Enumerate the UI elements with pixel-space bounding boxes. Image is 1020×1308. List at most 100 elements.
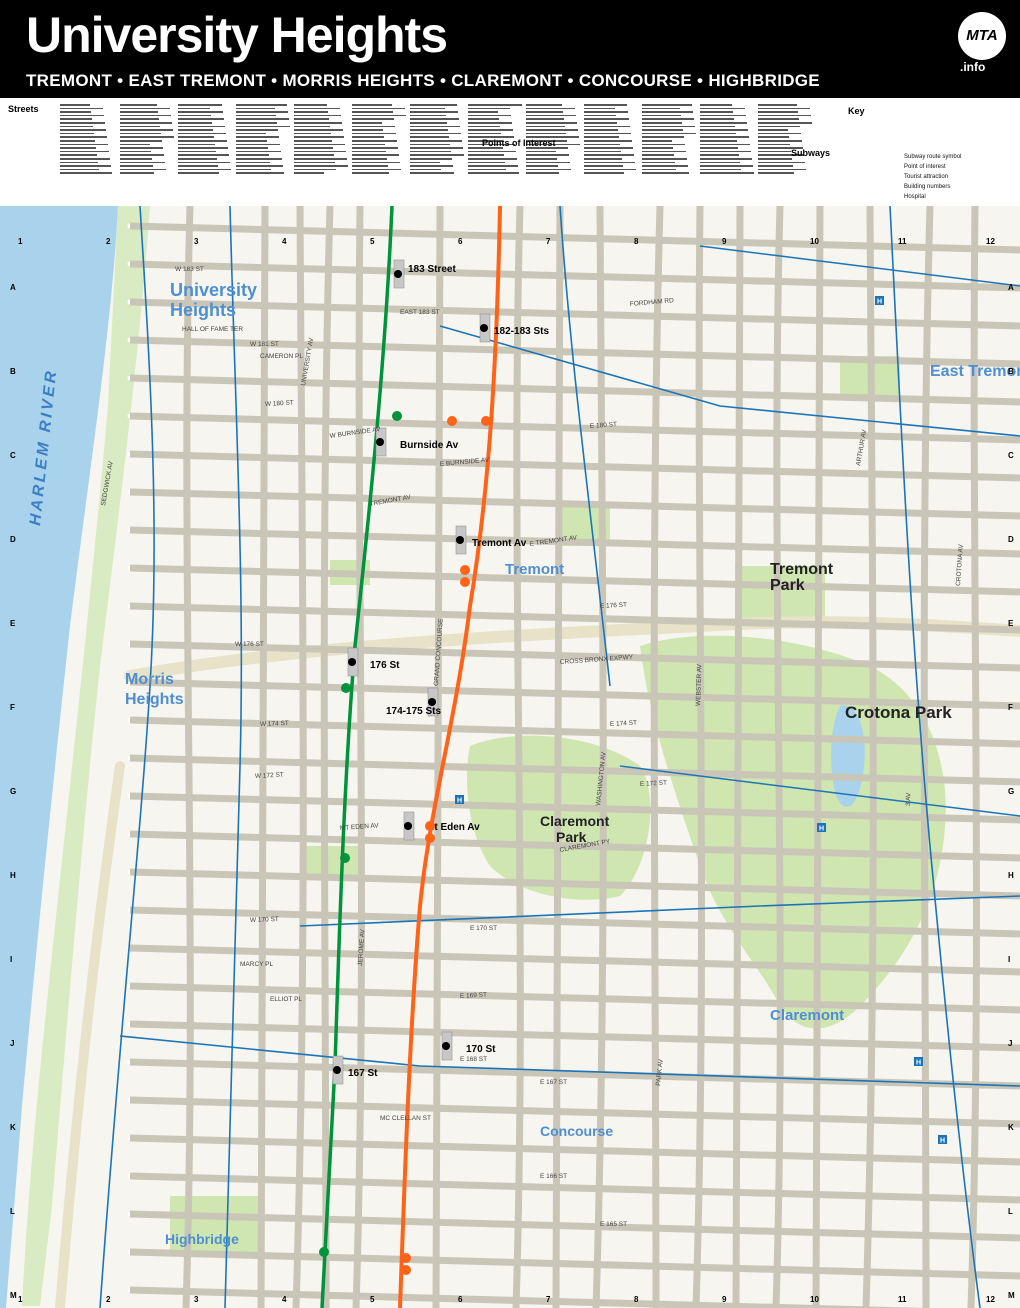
station-dot-4[interactable] [456,536,464,544]
hospital-letter-icon: H [940,1138,945,1145]
label-tremont-park-0: Tremont [770,561,834,578]
station-170-st[interactable]: 170 St [466,1044,496,1055]
page-title: University Heights [26,7,448,63]
grid-row-left-I: I [10,955,12,964]
route-bd-bullet-icon[interactable] [425,821,435,831]
grid-row-left-K: K [10,1123,16,1132]
header-bar: University Heights TREMONT • EAST TREMON… [0,0,1020,98]
label-crotona-park: Crotona Park [845,703,952,722]
street-e-168-st: E 168 ST [460,1056,487,1063]
route-4-bullet-icon[interactable] [319,1247,329,1257]
grid-row-left-H: H [10,871,16,880]
grid-col-top-2: 2 [106,237,111,246]
station-182-183-sts[interactable]: 182-183 Sts [494,326,549,337]
neighborhood-claremont: Claremont [770,1007,844,1024]
route-bd-bullet-icon[interactable] [401,1265,411,1275]
neighborhood-concourse: Concourse [540,1123,613,1139]
station-burnside-av[interactable]: Burnside Av [400,440,459,451]
station-dot-6[interactable] [428,698,436,706]
station-dot-3[interactable] [376,438,384,446]
index-column-1 [60,102,118,202]
grid-col-bottom-2: 2 [106,1295,111,1304]
station-174-175-sts[interactable]: 174-175 Sts [386,706,441,717]
macombs-dam-area [170,1196,260,1256]
grid-row-right-M: M [1008,1291,1015,1300]
street-jerome-av: JEROME AV [357,928,367,966]
station-176-st[interactable]: 176 St [370,660,400,671]
neighborhood-university-heights-1: Heights [170,300,236,320]
streets-heading: Streets [8,104,39,114]
street-w-174-st: W 174 ST [260,720,289,728]
station-dot-2[interactable] [480,324,488,332]
hospital-letter-icon: H [457,798,462,805]
street-e-170-st: E 170 ST [470,925,497,932]
street-east-183-st: EAST 183 ST [400,309,440,316]
index-column-3 [178,102,236,202]
grid-col-bottom-5: 5 [370,1295,375,1304]
grid-row-left-L: L [10,1207,15,1216]
street-w-183-st: W 183 ST [175,266,204,273]
label-tremont-park-1: Park [770,577,805,594]
grid-row-right-K: K [1008,1123,1014,1132]
station-dot-7[interactable] [404,822,412,830]
route-bd-bullet-icon[interactable] [425,833,435,843]
grid-row-right-L: L [1008,1207,1013,1216]
grid-col-bottom-4: 4 [282,1295,287,1304]
index-column-11 [642,102,700,202]
index-column-9 [526,102,584,202]
grid-col-top-11: 11 [898,237,907,246]
route-4-bullet-icon[interactable] [340,853,350,863]
street-elliot-pl: ELLIOT PL [270,996,302,1003]
street-park-av: PARK AV [655,1058,665,1086]
street-w-181-st: W 181 ST [250,341,279,348]
street-e-172-st: E 172 ST [640,780,667,788]
station-dot-9[interactable] [333,1066,341,1074]
grid-col-top-3: 3 [194,237,199,246]
neighborhood-tremont: Tremont [505,561,564,578]
street-e-165-st: E 165 ST [600,1221,627,1228]
street-e-167-st: E 167 ST [540,1079,567,1086]
station-167-st[interactable]: 167 St [348,1068,378,1079]
route-bd-bullet-icon[interactable] [481,416,491,426]
neighborhood-map[interactable]: UniversityHeightsTremontEast TremontMorr… [0,206,1020,1308]
index-column-7 [410,102,468,202]
street-w-burnside-av: W BURNSIDE AV [329,426,381,440]
grid-col-bottom-11: 11 [898,1295,907,1304]
route-bd-bullet-icon[interactable] [460,577,470,587]
grid-row-right-D: D [1008,535,1014,544]
station-dot-1[interactable] [394,270,402,278]
route-4-bullet-icon[interactable] [341,683,351,693]
key-point-of-interest: Point of interest [904,164,946,170]
grid-row-left-D: D [10,535,16,544]
map-key: Key Subway route symbol Point of interes… [844,104,1016,200]
station-dot-8[interactable] [442,1042,450,1050]
route-4-bullet-icon[interactable] [392,411,402,421]
grid-col-bottom-1: 1 [18,1295,23,1304]
grid-col-top-7: 7 [546,237,551,246]
grid-col-top-1: 1 [18,237,23,246]
route-bd-bullet-icon[interactable] [447,416,457,426]
grid-col-top-10: 10 [810,237,819,246]
street-3-av: 3 AV [905,792,912,806]
key-building-numbers: Building numbers [904,184,951,190]
station-dot-5[interactable] [348,658,356,666]
route-bd-bullet-icon[interactable] [460,565,470,575]
street-index-panel: Streets Points of Interest Subways Key S… [0,98,1020,206]
station-183-street[interactable]: 183 Street [408,264,456,275]
neighborhood-east-tremont: East Tremont [930,363,1020,380]
grid-col-bottom-12: 12 [986,1295,995,1304]
key-subway-route: Subway route symbol [904,154,962,160]
street-mt-eden-av: MT EDEN AV [340,822,380,832]
street-e-169-st: E 169 ST [460,992,487,1000]
grid-col-bottom-9: 9 [722,1295,727,1304]
street-fordham-rd: FORDHAM RD [630,297,675,308]
map-canvas[interactable]: UniversityHeightsTremontEast TremontMorr… [0,206,1020,1308]
route-bd-bullet-icon[interactable] [401,1253,411,1263]
street-e-176-st: E 176 ST [600,602,627,610]
index-column-12 [700,102,758,202]
key-tourist-attraction: Tourist attraction [904,174,949,180]
street-e-166-st: E 166 ST [540,1173,567,1180]
index-column-10 [584,102,642,202]
grid-row-left-C: C [10,451,16,460]
station-tremont-av[interactable]: Tremont Av [472,538,527,549]
